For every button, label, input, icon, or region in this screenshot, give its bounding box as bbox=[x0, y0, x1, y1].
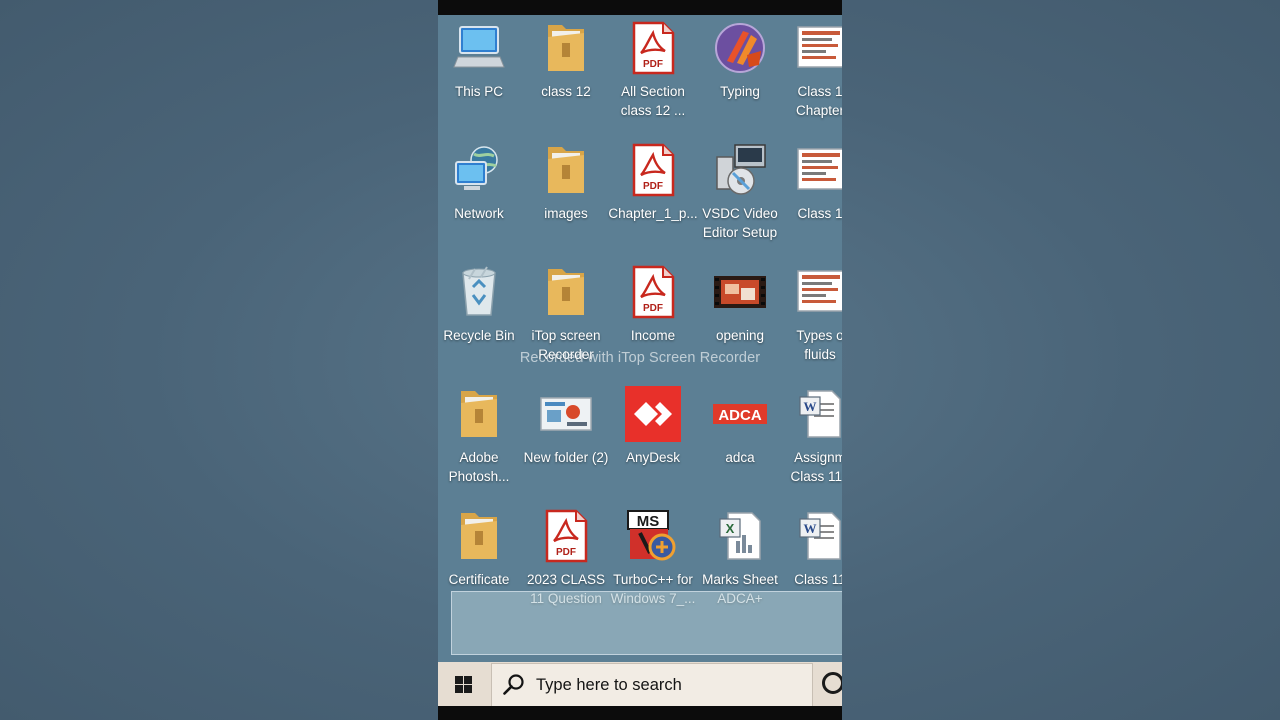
picture-folder-icon bbox=[536, 384, 596, 444]
desktop-icon-label: Chapter_1_p... bbox=[608, 206, 698, 221]
top-black-bar bbox=[438, 0, 842, 15]
computer-icon bbox=[449, 18, 509, 78]
desktop-icon[interactable]: AnyDesk bbox=[608, 384, 698, 494]
network-globe-icon bbox=[449, 140, 509, 200]
video-file-icon bbox=[710, 262, 770, 322]
svg-text:X: X bbox=[726, 521, 735, 536]
turbo-cpp-icon: MS bbox=[623, 506, 683, 566]
svg-text:W: W bbox=[804, 521, 817, 536]
desktop-icon[interactable]: Typing bbox=[695, 18, 785, 128]
desktop-icon-label: All Section class 12 ... bbox=[620, 84, 686, 118]
pdf-icon: PDF bbox=[623, 18, 683, 78]
search-icon bbox=[503, 674, 524, 695]
document-thumbnail-icon bbox=[790, 262, 842, 322]
desktop: This PC class 12 PDF All Section class 12 .… bbox=[438, 15, 842, 662]
folder-icon bbox=[536, 18, 596, 78]
desktop-icon-label: New folder (2) bbox=[523, 450, 609, 465]
pdf-icon: PDF bbox=[623, 262, 683, 322]
taskbar: Type here to search bbox=[438, 662, 842, 707]
svg-text:W: W bbox=[804, 399, 817, 414]
folder-icon bbox=[449, 506, 509, 566]
screen-recording-frame: This PC class 12 PDF All Section class 12 .… bbox=[438, 0, 842, 720]
desktop-icon[interactable]: PDF All Section class 12 ... bbox=[608, 18, 698, 128]
selection-rectangle bbox=[451, 591, 842, 655]
installer-icon bbox=[710, 140, 770, 200]
desktop-icon[interactable]: VSDC Video Editor Setup bbox=[695, 140, 785, 250]
desktop-icon-label: images bbox=[544, 206, 588, 221]
desktop-icon[interactable]: This PC bbox=[438, 18, 524, 128]
document-thumbnail-icon bbox=[790, 18, 842, 78]
svg-text:PDF: PDF bbox=[643, 59, 663, 70]
desktop-icon-label: class 12 bbox=[541, 84, 591, 99]
desktop-icon-label: Assignm Class 11 t bbox=[790, 450, 842, 484]
folder-icon bbox=[536, 262, 596, 322]
desktop-icon-label: opening bbox=[715, 328, 765, 343]
desktop-icon-label: Recycle Bin bbox=[443, 328, 515, 343]
desktop-icon[interactable]: Class 1 bbox=[775, 140, 842, 250]
folder-icon bbox=[449, 384, 509, 444]
excel-document-icon: X bbox=[710, 506, 770, 566]
recorder-watermark: Recorded with iTop Screen Recorder bbox=[519, 350, 761, 366]
desktop-icon-label: Class 1 Chapter bbox=[795, 84, 842, 118]
pdf-icon: PDF bbox=[623, 140, 683, 200]
desktop-icon-label: Certificate bbox=[448, 572, 510, 587]
anydesk-icon bbox=[623, 384, 683, 444]
search-placeholder: Type here to search bbox=[536, 675, 682, 694]
desktop-icon[interactable]: New folder (2) bbox=[521, 384, 611, 494]
desktop-icon[interactable]: ADCA adca bbox=[695, 384, 785, 494]
svg-text:PDF: PDF bbox=[556, 547, 576, 558]
desktop-icon-label: Network bbox=[454, 206, 504, 221]
word-document-icon: W bbox=[790, 506, 842, 566]
desktop-icon-label: Adobe Photosh... bbox=[448, 450, 510, 484]
desktop-icon-label: Income bbox=[630, 328, 676, 343]
desktop-icon[interactable]: Network bbox=[438, 140, 524, 250]
taskbar-search-box[interactable]: Type here to search bbox=[491, 663, 813, 707]
typing-app-icon bbox=[710, 18, 770, 78]
svg-text:PDF: PDF bbox=[643, 303, 663, 314]
desktop-icon-label: VSDC Video Editor Setup bbox=[702, 206, 778, 240]
desktop-icon[interactable]: PDF Chapter_1_p... bbox=[608, 140, 698, 250]
svg-text:MS: MS bbox=[637, 513, 660, 530]
recycle-bin-icon bbox=[449, 262, 509, 322]
desktop-icon-label: adca bbox=[725, 450, 755, 465]
desktop-icon-label: Typing bbox=[720, 84, 760, 99]
desktop-icon[interactable]: images bbox=[521, 140, 611, 250]
document-thumbnail-icon bbox=[790, 140, 842, 200]
svg-text:PDF: PDF bbox=[643, 181, 663, 192]
desktop-icon-label: AnyDesk bbox=[625, 450, 681, 465]
adca-logo-icon: ADCA bbox=[710, 384, 770, 444]
desktop-icon[interactable]: Class 1 Chapter bbox=[775, 18, 842, 128]
desktop-icon-label: Class 1 bbox=[797, 206, 842, 221]
desktop-icon[interactable]: Adobe Photosh... bbox=[438, 384, 524, 494]
start-button[interactable] bbox=[438, 662, 488, 706]
svg-text:ADCA: ADCA bbox=[718, 407, 761, 424]
desktop-icon-label: This PC bbox=[454, 84, 503, 99]
bottom-black-bar bbox=[438, 706, 842, 720]
folder-icon bbox=[536, 140, 596, 200]
cortana-icon[interactable] bbox=[822, 672, 842, 694]
pdf-icon: PDF bbox=[536, 506, 596, 566]
word-document-icon: W bbox=[790, 384, 842, 444]
desktop-icon[interactable]: W Assignm Class 11 t bbox=[775, 384, 842, 494]
desktop-icon-label: Class 11 bbox=[794, 572, 842, 587]
windows-logo-icon bbox=[454, 675, 472, 693]
desktop-icon[interactable]: class 12 bbox=[521, 18, 611, 128]
